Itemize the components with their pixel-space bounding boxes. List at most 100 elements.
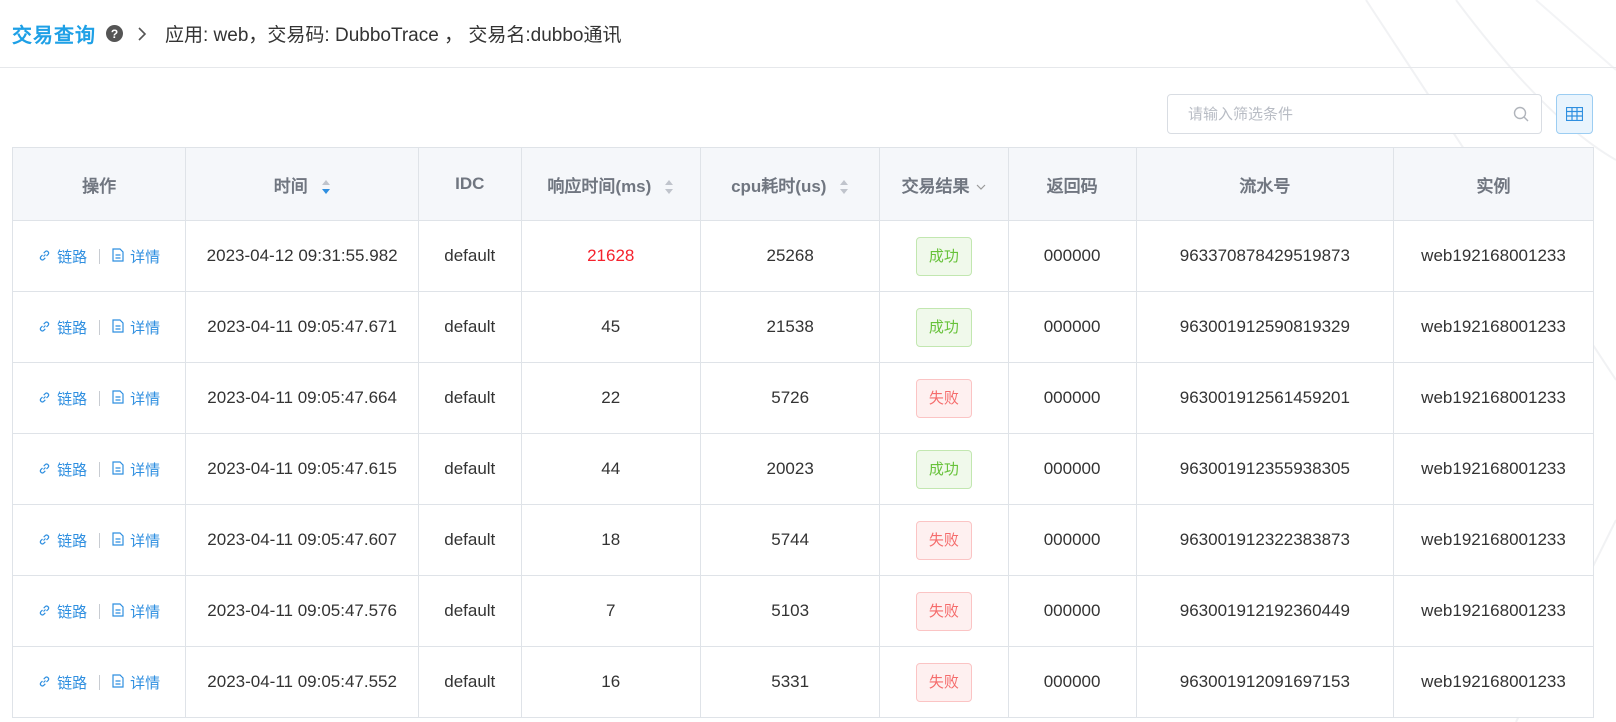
detail-link[interactable]: 详情 — [112, 672, 160, 693]
cell-time: 2023-04-12 09:31:55.982 — [185, 220, 419, 292]
cell-idc: default — [418, 433, 522, 505]
cell-result: 失败 — [879, 575, 1009, 647]
cell-response-time: 45 — [520, 291, 701, 363]
trace-link[interactable]: 链路 — [38, 672, 87, 693]
search-input[interactable] — [1168, 95, 1488, 133]
status-badge: 失败 — [915, 662, 972, 702]
cell-response-time: 16 — [520, 646, 701, 718]
trace-link[interactable]: 链路 — [38, 459, 87, 480]
status-badge: 失败 — [915, 378, 972, 418]
link-icon — [39, 605, 50, 615]
trace-link[interactable]: 链路 — [38, 246, 87, 267]
col-header-instance: 实例 — [1393, 147, 1594, 221]
cell-time: 2023-04-11 09:05:47.552 — [185, 646, 419, 718]
col-header-return-code: 返回码 — [1007, 147, 1137, 221]
table-row: 链路 详情 2023-04-12 09:31:55.982 default 21628 2… — [11, 220, 1594, 292]
document-icon — [112, 531, 124, 546]
cell-idc: default — [418, 504, 522, 576]
table-row: 链路 详情 2023-04-11 09:05:47.671 default 45 2153… — [11, 291, 1594, 363]
trace-link[interactable]: 链路 — [38, 601, 87, 622]
col-header-cpu-time[interactable]: cpu耗时(us) — [699, 147, 881, 221]
divider — [99, 674, 101, 690]
cell-action: 链路 详情 — [11, 646, 187, 718]
cell-result: 失败 — [879, 646, 1009, 718]
sort-icon[interactable] — [321, 179, 331, 195]
cell-response-time: 18 — [520, 504, 701, 576]
trace-link[interactable]: 链路 — [38, 530, 87, 551]
cell-return-code: 000000 — [1007, 291, 1137, 363]
help-icon[interactable]: ? — [106, 25, 123, 42]
cell-instance: web192168001233 — [1393, 291, 1594, 363]
search-box[interactable] — [1167, 94, 1542, 134]
detail-link[interactable]: 详情 — [112, 388, 160, 409]
cell-return-code: 000000 — [1007, 362, 1137, 434]
chevron-down-icon[interactable] — [976, 183, 986, 191]
trace-link[interactable]: 链路 — [38, 388, 87, 409]
detail-link[interactable]: 详情 — [112, 601, 160, 622]
cell-idc: default — [418, 646, 522, 718]
cell-cpu-time: 5744 — [699, 504, 881, 576]
table-row: 链路 详情 2023-04-11 09:05:47.552 default 16 5331… — [11, 646, 1594, 718]
cell-instance: web192168001233 — [1393, 504, 1594, 576]
cell-time: 2023-04-11 09:05:47.615 — [185, 433, 419, 505]
col-header-action: 操作 — [11, 147, 187, 221]
cell-time: 2023-04-11 09:05:47.607 — [185, 504, 419, 576]
document-icon — [112, 318, 124, 333]
status-badge: 失败 — [915, 591, 972, 631]
trace-link[interactable]: 链路 — [38, 317, 87, 338]
cell-cpu-time: 21538 — [699, 291, 881, 363]
status-badge: 失败 — [915, 520, 972, 560]
link-icon — [39, 321, 50, 331]
divider — [99, 248, 101, 264]
cell-result: 失败 — [879, 362, 1009, 434]
table-row: 链路 详情 2023-04-11 09:05:47.607 default 18 5744… — [11, 504, 1594, 576]
column-settings-button[interactable] — [1556, 94, 1593, 134]
detail-link[interactable]: 详情 — [112, 317, 160, 338]
document-icon — [112, 247, 124, 262]
col-header-response-time[interactable]: 响应时间(ms) — [520, 147, 701, 221]
document-icon — [112, 673, 124, 688]
divider — [99, 532, 101, 548]
cell-return-code: 000000 — [1007, 220, 1137, 292]
table-grid-icon — [1566, 107, 1583, 121]
cell-cpu-time: 25268 — [699, 220, 881, 292]
search-icon[interactable] — [1513, 106, 1529, 127]
cell-action: 链路 详情 — [11, 433, 187, 505]
detail-link[interactable]: 详情 — [112, 459, 160, 480]
col-header-idc: IDC — [418, 147, 522, 221]
cell-instance: web192168001233 — [1393, 575, 1594, 647]
page-header: 交易查询 ? 应用: web，交易码: DubboTrace ， 交易名:dub… — [0, 0, 1616, 68]
transaction-table: 操作 时间 IDC 响应时间(ms) cpu耗时(us) 交易结果 返回码 流水… — [11, 147, 1594, 718]
table-row: 链路 详情 2023-04-11 09:05:47.615 default 44 2002… — [11, 433, 1594, 505]
cell-return-code: 000000 — [1007, 504, 1137, 576]
detail-link[interactable]: 详情 — [112, 530, 160, 551]
cell-serial: 963370878429519873 — [1135, 220, 1395, 292]
document-icon — [112, 389, 124, 404]
col-header-time[interactable]: 时间 — [185, 147, 419, 221]
sort-icon[interactable] — [839, 179, 849, 195]
status-badge: 成功 — [915, 449, 972, 489]
cell-serial: 963001912355938305 — [1135, 433, 1395, 505]
sort-icon[interactable] — [664, 179, 674, 195]
cell-idc: default — [418, 291, 522, 363]
detail-link[interactable]: 详情 — [112, 246, 160, 267]
cell-response-time: 22 — [520, 362, 701, 434]
col-header-result[interactable]: 交易结果 — [879, 147, 1009, 221]
table-row: 链路 详情 2023-04-11 09:05:47.576 default 7 5103 失… — [11, 575, 1594, 647]
cell-serial: 963001912322383873 — [1135, 504, 1395, 576]
table-row: 链路 详情 2023-04-11 09:05:47.664 default 22 5726… — [11, 362, 1594, 434]
cell-result: 失败 — [879, 504, 1009, 576]
cell-instance: web192168001233 — [1393, 362, 1594, 434]
document-icon — [112, 460, 124, 475]
cell-result: 成功 — [879, 433, 1009, 505]
cell-response-time: 7 — [520, 575, 701, 647]
status-badge: 成功 — [915, 236, 972, 276]
cell-cpu-time: 20023 — [699, 433, 881, 505]
cell-serial: 963001912590819329 — [1135, 291, 1395, 363]
cell-result: 成功 — [879, 291, 1009, 363]
cell-instance: web192168001233 — [1393, 220, 1594, 292]
cell-action: 链路 详情 — [11, 575, 187, 647]
table-header-row: 操作 时间 IDC 响应时间(ms) cpu耗时(us) 交易结果 返回码 流水… — [11, 147, 1594, 221]
cell-return-code: 000000 — [1007, 433, 1137, 505]
link-icon — [39, 463, 50, 473]
